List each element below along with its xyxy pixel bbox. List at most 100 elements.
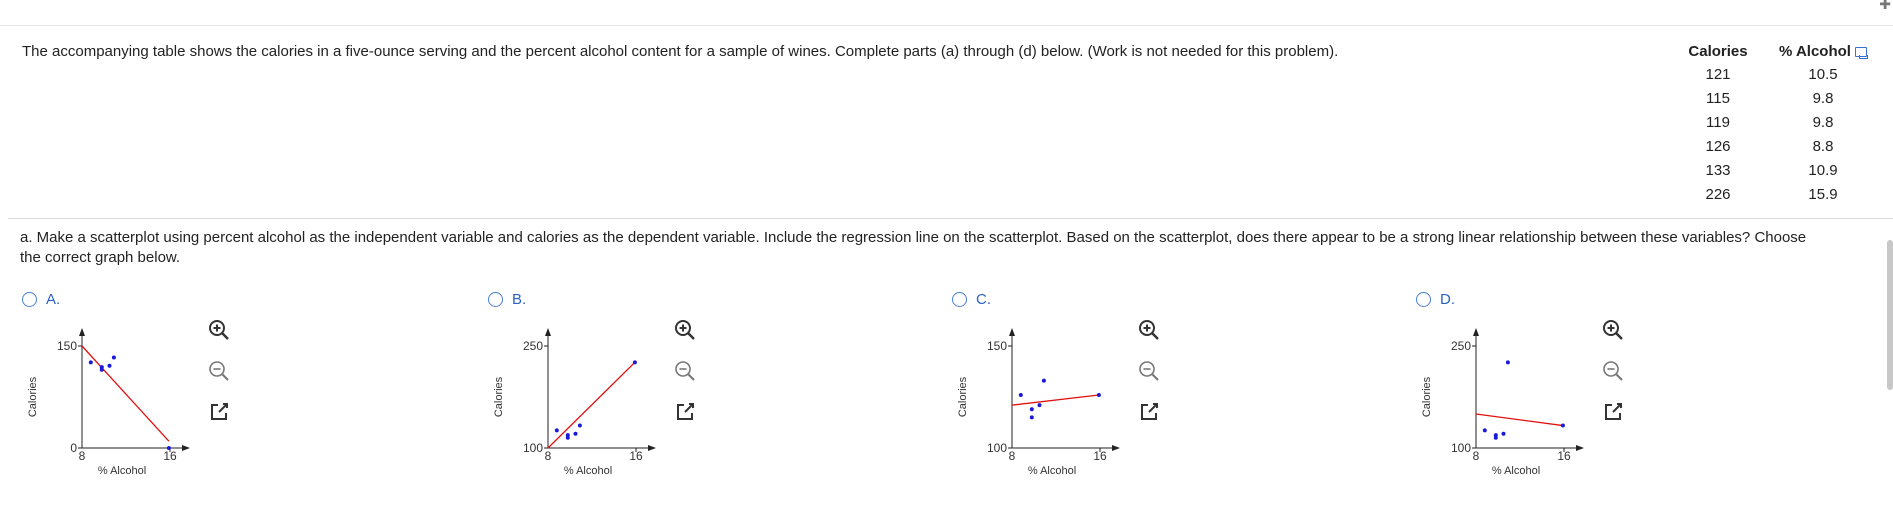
option-a-chart: 150 08 16 % Alcohol Calories [27, 328, 190, 477]
y-axis-arrow [79, 328, 85, 336]
data-point [565, 433, 570, 438]
cell-calories: 121 [1705, 65, 1731, 83]
data-point [111, 355, 116, 360]
option-c[interactable]: C. 150 100 8 16 % Alcohol Calories [952, 290, 1372, 490]
option-c-radio[interactable] [952, 292, 967, 307]
intro-text: The accompanying table shows the calorie… [22, 43, 1339, 60]
cell-alcohol: 9.8 [1812, 113, 1834, 131]
regression-line [1011, 394, 1099, 406]
copy-icon[interactable] [1854, 46, 1868, 59]
cell-calories: 133 [1705, 161, 1731, 179]
scrollbar[interactable] [1887, 240, 1893, 390]
data-point [1505, 360, 1510, 365]
y-axis-arrow [1473, 328, 1479, 336]
data-table: Calories % Alcohol 121 10.5 115 9.8 119 9.8… [1668, 40, 1878, 206]
zoom-in-icon[interactable] [673, 318, 697, 342]
x-axis-label: % Alcohol [1492, 465, 1540, 477]
cell-alcohol: 15.9 [1808, 185, 1838, 203]
x-tick-label-max: 16 [1093, 449, 1107, 463]
data-point [573, 431, 578, 436]
section-divider [8, 218, 1893, 219]
popout-icon[interactable] [1137, 400, 1161, 424]
y-tick-label-bottom: 100 [987, 441, 1007, 455]
y-axis-label: Calories [493, 376, 505, 417]
zoom-in-icon[interactable] [1601, 318, 1625, 342]
table-row: 115 9.8 [1668, 86, 1878, 110]
data-point [1029, 415, 1034, 420]
option-a-label[interactable]: A. [46, 291, 60, 308]
x-tick-label-min: 8 [1009, 449, 1016, 463]
data-point [577, 423, 582, 428]
option-c-label[interactable]: C. [976, 291, 991, 308]
regression-line [81, 345, 170, 442]
y-tick-label-bottom: 100 [523, 441, 543, 455]
pin-icon[interactable]: ✚ [1879, 0, 1891, 13]
x-axis-arrow [182, 445, 190, 451]
y-tick-label-top: 150 [57, 339, 77, 353]
cell-calories: 119 [1706, 113, 1730, 131]
option-c-chart: 150 1008 16 % Alcohol Calories [957, 328, 1120, 477]
table-row: 121 10.5 [1668, 62, 1878, 86]
zoom-out-icon[interactable] [1137, 359, 1161, 383]
option-b-radio[interactable] [488, 292, 503, 307]
option-a-radio[interactable] [22, 292, 37, 307]
option-d[interactable]: D. 250 100 8 16 % Alcohol Calories [1416, 290, 1836, 490]
y-tick-label-bottom: 100 [1451, 441, 1471, 455]
x-tick-label-min: 8 [1473, 449, 1480, 463]
data-point [166, 446, 171, 450]
column-header-alcohol: % Alcohol [1768, 40, 1878, 62]
popout-icon[interactable] [1601, 400, 1625, 424]
x-axis-label: % Alcohol [564, 465, 612, 477]
data-point [1482, 428, 1487, 433]
data-point [554, 428, 559, 433]
option-b[interactable]: B. 250 100 8 16 % Alcohol Calories [488, 290, 908, 490]
data-point [1037, 403, 1042, 408]
cell-alcohol: 9.8 [1812, 89, 1834, 107]
data-point [1018, 392, 1023, 397]
option-d-label[interactable]: D. [1440, 291, 1455, 308]
data-point [1029, 407, 1034, 412]
option-d-radio[interactable] [1416, 292, 1431, 307]
cell-calories: 126 [1705, 137, 1731, 155]
x-tick-label-min: 8 [545, 449, 552, 463]
cell-alcohol: 10.5 [1808, 65, 1838, 83]
zoom-in-icon[interactable] [207, 318, 231, 342]
option-d-chart: 250 1008 16 % Alcohol Calories [1421, 328, 1584, 477]
zoom-out-icon[interactable] [673, 359, 697, 383]
x-axis-arrow [1112, 445, 1120, 451]
x-axis-arrow [1576, 445, 1584, 451]
cell-calories: 226 [1705, 185, 1731, 203]
y-tick-label-top: 150 [987, 339, 1007, 353]
table-row: 119 9.8 [1668, 110, 1878, 134]
x-tick-label-max: 16 [629, 449, 643, 463]
x-tick-label-min: 8 [79, 449, 86, 463]
y-tick-label-bottom: 0 [70, 441, 77, 455]
table-row: 226 15.9 [1668, 182, 1878, 206]
question-text: a. Make a scatterplot using percent alco… [20, 229, 1807, 266]
x-axis-label: % Alcohol [98, 465, 146, 477]
data-point [632, 360, 637, 365]
y-axis-arrow [545, 328, 551, 336]
data-point [1096, 392, 1101, 397]
y-axis-label: Calories [1421, 376, 1433, 417]
data-point [1560, 423, 1565, 428]
zoom-out-icon[interactable] [1601, 359, 1625, 383]
cell-alcohol: 10.9 [1808, 161, 1838, 179]
y-axis-arrow [1009, 328, 1015, 336]
data-point [88, 360, 93, 365]
option-b-label[interactable]: B. [512, 291, 526, 308]
popout-icon[interactable] [207, 400, 231, 424]
top-bar: ✚ [0, 0, 1893, 26]
data-point [99, 365, 104, 370]
zoom-in-icon[interactable] [1137, 318, 1161, 342]
data-point [1493, 433, 1498, 438]
zoom-out-icon[interactable] [207, 359, 231, 383]
y-axis-label: Calories [957, 376, 969, 417]
option-a[interactable]: A. 150 0 8 16 % Alcohol Calories [22, 290, 442, 490]
data-point [1041, 378, 1046, 383]
popout-icon[interactable] [673, 400, 697, 424]
data-point [107, 363, 112, 368]
regression-line [547, 361, 636, 449]
table-row: 133 10.9 [1668, 158, 1878, 182]
x-axis-arrow [648, 445, 656, 451]
